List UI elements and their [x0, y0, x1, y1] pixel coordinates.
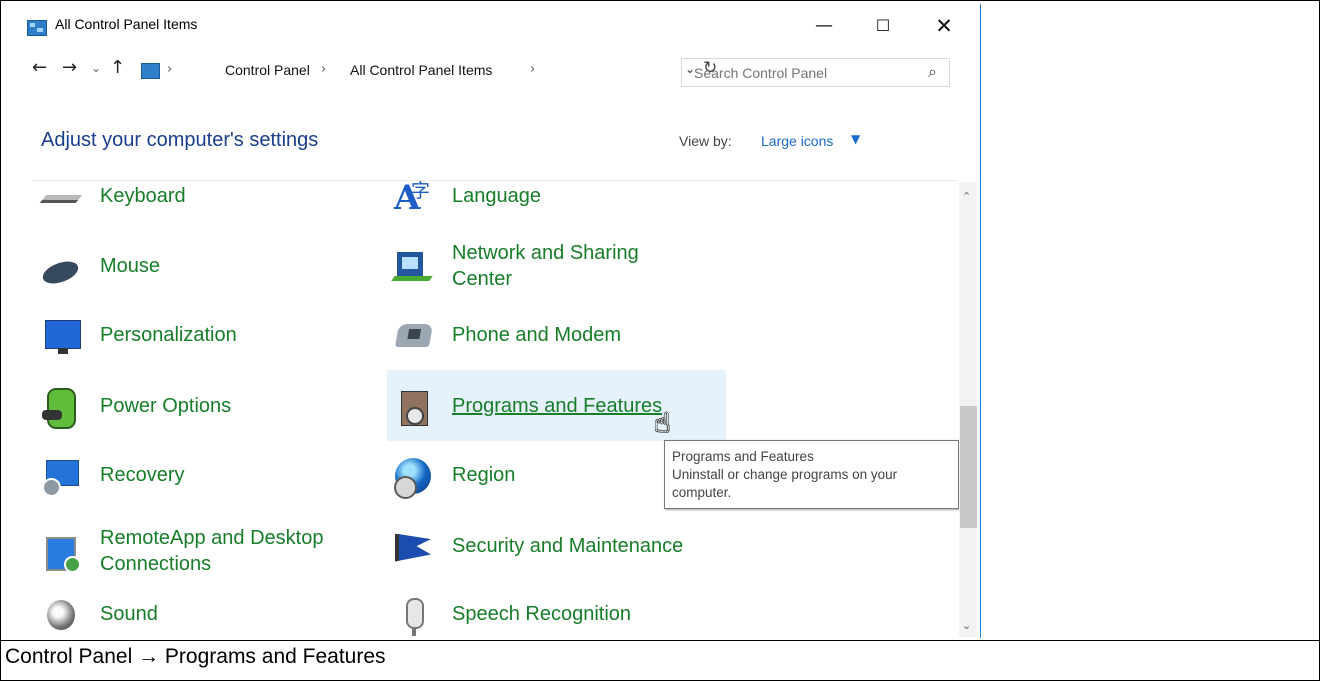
language-icon: A字 — [394, 177, 431, 218]
breadcrumb-control-panel[interactable]: Control Panel — [225, 62, 310, 78]
keyboard-icon — [39, 178, 83, 215]
breadcrumb-all-control-panel-items[interactable]: All Control Panel Items — [350, 62, 492, 78]
close-button[interactable]: ✕ — [926, 12, 962, 40]
mouse-icon — [39, 248, 82, 288]
forward-arrow-icon[interactable]: → — [62, 57, 77, 78]
programs-tooltip: Programs and Features Uninstall or chang… — [664, 440, 959, 509]
scroll-down-chevron-icon[interactable]: ⌄ — [962, 619, 971, 632]
up-arrow-icon[interactable]: ↑ — [110, 57, 125, 78]
control-panel-item-sound[interactable]: Sound — [35, 594, 315, 634]
control-panel-item-power-options[interactable]: Power Options — [35, 386, 315, 429]
network-and-sharing-icon — [394, 248, 431, 285]
control-panel-item-security-maintenance[interactable]: Security and Maintenance — [387, 526, 747, 566]
breadcrumb-separator-icon: › — [321, 62, 327, 77]
region-icon — [394, 457, 431, 499]
item-label: Phone and Modem — [452, 324, 622, 346]
item-label: Language — [452, 185, 541, 207]
page-title: Adjust your computer's settings — [41, 129, 319, 151]
control-panel-item-programs-features[interactable]: Programs and Features — [387, 370, 726, 441]
tooltip-title: Programs and Features — [672, 449, 814, 464]
item-label: Security and Maintenance — [452, 535, 684, 557]
item-label: Speech Recognition — [452, 603, 632, 625]
breadcrumb-separator-icon: › — [167, 62, 173, 77]
control-panel-item-network-sharing[interactable]: Network and Sharing Center — [387, 238, 717, 294]
remoteapp-icon — [42, 533, 81, 573]
tooltip-description: Uninstall or change programs on your com… — [672, 467, 898, 500]
maximize-button[interactable]: ☐ — [865, 12, 901, 40]
item-label: Sound — [100, 603, 158, 625]
control-panel-item-keyboard[interactable]: Keyboard — [35, 176, 315, 216]
item-label: Keyboard — [100, 185, 186, 207]
item-label: Region — [452, 464, 516, 486]
scrollbar-thumb[interactable] — [960, 406, 977, 528]
control-panel-item-phone-modem[interactable]: Phone and Modem — [387, 315, 717, 355]
vertical-scrollbar[interactable]: ⌃ ⌄ — [959, 182, 977, 637]
breadcrumb-separator-icon: › — [530, 62, 536, 77]
search-icon[interactable]: ⌕ — [928, 62, 937, 82]
recovery-icon — [42, 457, 79, 497]
address-bar[interactable]: › Control Panel › All Control Panel Item… — [135, 58, 717, 85]
control-panel-item-recovery[interactable]: Recovery — [35, 455, 315, 497]
search-box[interactable]: ⌕ — [681, 58, 950, 87]
item-label: Personalization — [100, 324, 237, 346]
hand-cursor-icon: ☝ — [654, 408, 671, 439]
item-label: RemoteApp and Desktop Connections — [100, 527, 324, 575]
caption-divider — [0, 640, 1320, 641]
scroll-up-chevron-icon[interactable]: ⌃ — [962, 190, 971, 203]
item-label: Power Options — [100, 395, 232, 417]
item-label: Mouse — [100, 255, 161, 277]
control-panel-item-remoteapp[interactable]: RemoteApp and Desktop Connections — [35, 525, 355, 577]
minimize-button[interactable]: — — [806, 12, 842, 40]
title-bar: All Control Panel Items — ☐ ✕ — [9, 4, 980, 44]
view-by-dropdown[interactable]: Large icons — [761, 133, 833, 149]
view-by-label: View by: — [679, 133, 732, 149]
recent-locations-chevron-icon[interactable]: ⌄ — [91, 61, 101, 75]
sound-icon — [42, 596, 79, 633]
personalization-icon — [42, 317, 81, 354]
view-by-caret-icon[interactable]: ▼ — [851, 132, 860, 146]
navigation-caption: Control Panel → Programs and Features — [5, 645, 386, 668]
phone-and-modem-icon — [394, 317, 434, 354]
item-label: Recovery — [100, 464, 185, 486]
control-panel-item-mouse[interactable]: Mouse — [35, 246, 315, 288]
item-label: Network and Sharing Center — [452, 242, 639, 290]
item-label: Programs and Features — [452, 394, 663, 417]
microphone-icon — [394, 596, 431, 636]
address-control-panel-icon — [141, 63, 160, 79]
control-panel-window: All Control Panel Items — ☐ ✕ ← → ⌄ ↑ › … — [9, 4, 981, 638]
search-input[interactable] — [692, 59, 906, 87]
window-title: All Control Panel Items — [55, 16, 198, 32]
control-panel-item-speech-recognition[interactable]: Speech Recognition — [387, 594, 717, 636]
security-and-maintenance-flag-icon — [394, 528, 431, 565]
power-options-icon — [42, 387, 79, 429]
control-panel-icon — [27, 20, 47, 36]
control-panel-item-language[interactable]: A字 Language — [387, 176, 717, 218]
back-arrow-icon[interactable]: ← — [32, 57, 47, 78]
control-panel-item-personalization[interactable]: Personalization — [35, 315, 315, 355]
programs-and-features-icon — [394, 387, 431, 426]
